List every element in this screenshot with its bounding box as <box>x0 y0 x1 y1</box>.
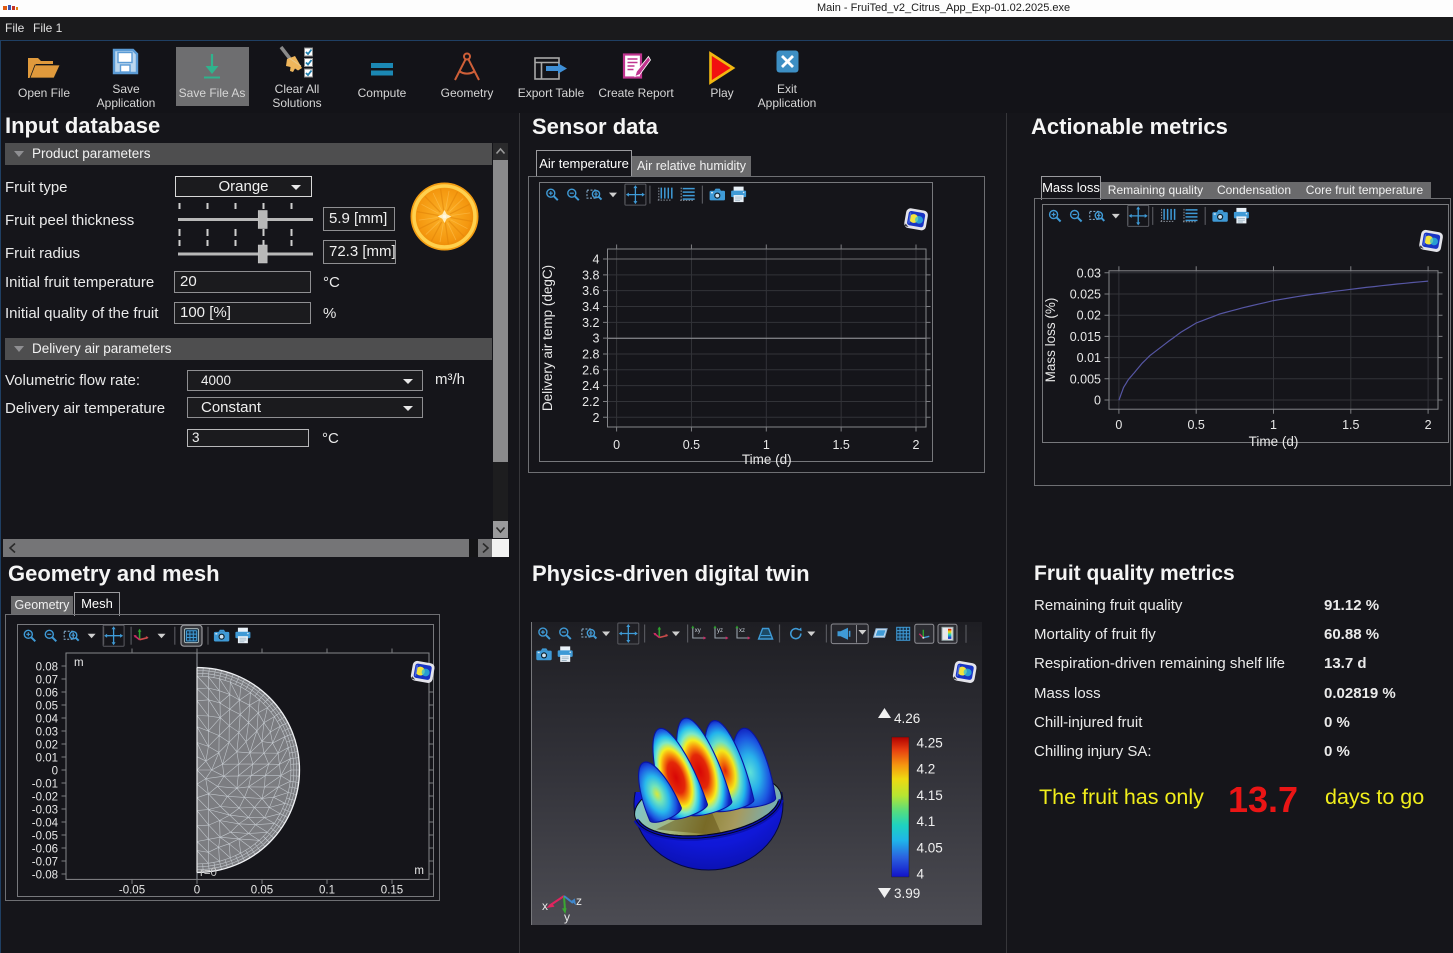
svg-text:-0.05: -0.05 <box>119 884 145 896</box>
svg-text:0.08: 0.08 <box>36 662 58 674</box>
svg-text:0.01: 0.01 <box>36 753 58 765</box>
svg-text:xy: xy <box>694 628 700 634</box>
svg-text:0.005: 0.005 <box>1070 372 1101 386</box>
svg-text:4: 4 <box>916 866 924 881</box>
svg-text:-0.06: -0.06 <box>32 844 58 856</box>
svg-text:Mass loss (%): Mass loss (%) <box>1043 297 1058 382</box>
svg-text:3.6: 3.6 <box>582 284 599 298</box>
svg-text:3: 3 <box>593 332 600 346</box>
svg-text:1.5: 1.5 <box>1342 418 1359 432</box>
svg-text:0: 0 <box>1115 418 1122 432</box>
svg-text:0.05: 0.05 <box>251 884 273 896</box>
svg-text:-0.01: -0.01 <box>32 779 58 791</box>
svg-text:Time (d): Time (d) <box>742 452 792 467</box>
svg-text:4.05: 4.05 <box>916 840 942 855</box>
svg-text:2.8: 2.8 <box>582 347 599 361</box>
svg-text:3.99: 3.99 <box>894 886 920 901</box>
svg-text:0: 0 <box>1094 393 1101 407</box>
svg-text:m: m <box>414 865 424 877</box>
svg-text:2: 2 <box>913 438 920 452</box>
svg-text:1: 1 <box>763 438 770 452</box>
svg-text:0: 0 <box>52 766 58 778</box>
svg-text:1: 1 <box>1270 418 1277 432</box>
svg-text:0.5: 0.5 <box>1188 418 1205 432</box>
svg-text:4.15: 4.15 <box>916 788 942 803</box>
svg-text:xz: xz <box>739 628 745 634</box>
svg-text:2.6: 2.6 <box>582 363 599 377</box>
svg-text:0.015: 0.015 <box>1070 329 1101 343</box>
svg-text:3.8: 3.8 <box>582 268 599 282</box>
svg-text:2.2: 2.2 <box>582 395 599 409</box>
svg-text:0: 0 <box>613 438 620 452</box>
svg-text:0.02: 0.02 <box>36 740 58 752</box>
svg-text:m: m <box>74 657 84 669</box>
svg-text:0.05: 0.05 <box>36 701 58 713</box>
svg-text:3.2: 3.2 <box>582 316 599 330</box>
svg-text:4: 4 <box>593 253 600 267</box>
svg-text:-0.03: -0.03 <box>32 805 58 817</box>
svg-text:4.2: 4.2 <box>916 761 935 776</box>
svg-text:r=0: r=0 <box>200 867 217 879</box>
svg-text:-0.02: -0.02 <box>32 792 58 804</box>
svg-text:0.04: 0.04 <box>36 714 59 726</box>
svg-text:0.1: 0.1 <box>319 884 335 896</box>
svg-text:-0.05: -0.05 <box>32 831 58 843</box>
svg-text:0.06: 0.06 <box>36 688 58 700</box>
svg-text:0.03: 0.03 <box>36 727 58 739</box>
svg-text:0.5: 0.5 <box>683 438 700 452</box>
svg-text:Time (d): Time (d) <box>1249 434 1299 449</box>
svg-text:y: y <box>564 910 570 924</box>
svg-text:yz: yz <box>717 628 723 634</box>
svg-text:Delivery air temp (degC): Delivery air temp (degC) <box>540 265 555 411</box>
svg-text:-0.08: -0.08 <box>32 870 58 882</box>
svg-text:x: x <box>542 899 548 913</box>
svg-text:1.5: 1.5 <box>832 438 849 452</box>
svg-text:0.01: 0.01 <box>1077 351 1101 365</box>
svg-text:3.4: 3.4 <box>582 300 599 314</box>
svg-text:0.025: 0.025 <box>1070 287 1101 301</box>
svg-text:-0.04: -0.04 <box>32 818 59 830</box>
svg-text:0.02: 0.02 <box>1077 308 1101 322</box>
svg-text:4.1: 4.1 <box>916 814 935 829</box>
svg-text:2: 2 <box>1425 418 1432 432</box>
svg-text:4.26: 4.26 <box>894 711 920 726</box>
svg-text:4.25: 4.25 <box>916 735 942 750</box>
svg-text:0.15: 0.15 <box>381 884 403 896</box>
svg-text:z: z <box>576 894 582 908</box>
svg-text:-0.07: -0.07 <box>32 857 58 869</box>
svg-text:0.03: 0.03 <box>1077 266 1101 280</box>
svg-text:2: 2 <box>593 411 600 425</box>
svg-text:0: 0 <box>194 884 200 896</box>
svg-text:2.4: 2.4 <box>582 379 599 393</box>
svg-text:0.07: 0.07 <box>36 675 58 687</box>
